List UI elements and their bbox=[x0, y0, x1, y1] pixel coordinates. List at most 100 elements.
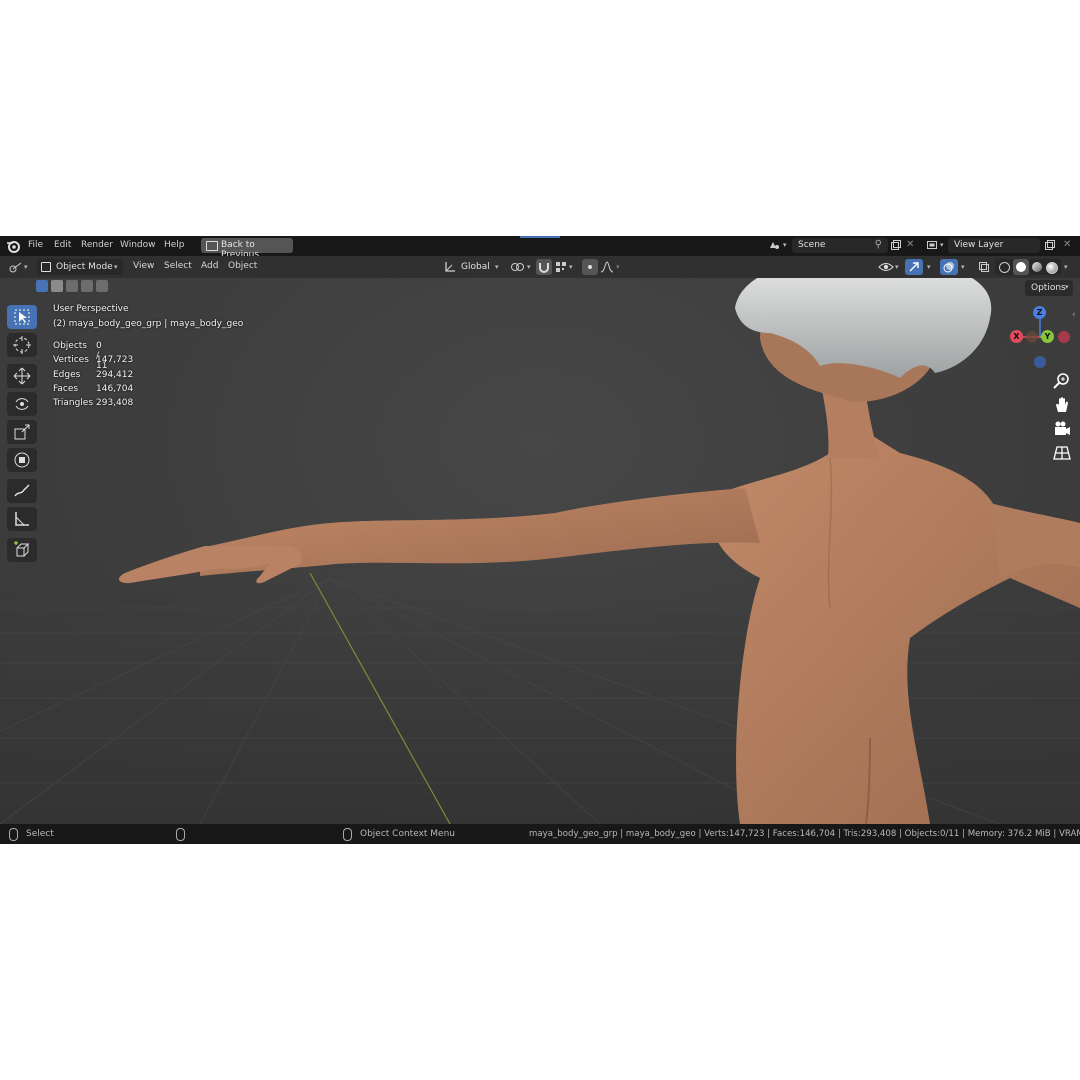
annotate-pen-icon bbox=[14, 484, 30, 497]
proportional-edit-icon bbox=[588, 265, 592, 269]
chevron-down-icon[interactable]: ▾ bbox=[895, 263, 899, 271]
gizmo-y-axis[interactable]: Y bbox=[1041, 330, 1054, 343]
falloff-icon[interactable] bbox=[600, 261, 614, 273]
material-shading-icon[interactable] bbox=[1032, 262, 1042, 272]
stat-value: 293,408 bbox=[96, 398, 134, 409]
editor-type-icon[interactable] bbox=[9, 261, 23, 273]
status-middle: Object Context Menu bbox=[360, 829, 456, 839]
chevron-down-icon[interactable]: ▾ bbox=[1064, 263, 1068, 271]
pivot-link-icon[interactable] bbox=[510, 260, 526, 274]
proportional-edit-toggle[interactable] bbox=[582, 259, 598, 275]
new-view-layer-icon[interactable] bbox=[1044, 239, 1056, 251]
rotate-icon bbox=[15, 398, 29, 410]
right-mouse-icon bbox=[343, 828, 352, 841]
cursor-tool[interactable] bbox=[7, 333, 37, 357]
transform-tool[interactable] bbox=[7, 448, 37, 472]
new-scene-icon[interactable] bbox=[890, 239, 902, 251]
menu-view[interactable]: View bbox=[133, 261, 154, 271]
left-mouse-icon bbox=[9, 828, 18, 841]
chevron-down-icon: ▾ bbox=[1065, 283, 1069, 291]
annotate-tool[interactable] bbox=[7, 479, 37, 503]
xray-icon[interactable] bbox=[978, 261, 990, 273]
snap-toggle[interactable] bbox=[536, 259, 552, 275]
select-new-icon[interactable] bbox=[36, 280, 48, 292]
transform-icon bbox=[14, 452, 30, 468]
blender-logo-icon[interactable] bbox=[6, 239, 20, 253]
character-model bbox=[118, 278, 1080, 824]
menu-add[interactable]: Add bbox=[201, 261, 218, 271]
overlay-toggle[interactable] bbox=[940, 259, 958, 275]
stat-value: 146,704 bbox=[96, 383, 134, 394]
stat-label: Triangles bbox=[53, 398, 94, 409]
view-name: User Perspective bbox=[53, 304, 129, 314]
options-button[interactable]: Options ▾ bbox=[1025, 280, 1073, 296]
chevron-down-icon[interactable]: ▾ bbox=[783, 241, 787, 249]
select-subtract-icon[interactable] bbox=[66, 280, 78, 292]
menu-select[interactable]: Select bbox=[164, 261, 192, 271]
menu-edit[interactable]: Edit bbox=[54, 240, 71, 250]
solid-shading-button[interactable] bbox=[1013, 259, 1029, 275]
top-menu-bar: File Edit Render Window Help Back to Pre… bbox=[0, 236, 1080, 260]
close-icon[interactable]: ✕ bbox=[1063, 239, 1071, 250]
chevron-down-icon: ▾ bbox=[114, 263, 118, 271]
back-to-previous-button[interactable]: Back to Previous bbox=[201, 238, 293, 260]
status-bar: Select Object Context Menu maya_body_geo… bbox=[0, 824, 1080, 844]
zoom-icon[interactable] bbox=[1051, 370, 1073, 392]
mode-dropdown[interactable]: Object Mode ▾ bbox=[37, 259, 123, 275]
gizmo-x-axis[interactable]: X bbox=[1010, 330, 1023, 343]
orientation-icon[interactable] bbox=[443, 260, 457, 274]
chevron-down-icon[interactable]: ▾ bbox=[940, 241, 944, 249]
chevron-down-icon[interactable]: ▾ bbox=[527, 263, 531, 271]
gizmo-icon bbox=[909, 262, 919, 272]
stat-label: Edges bbox=[53, 369, 81, 380]
measure-tool[interactable] bbox=[7, 507, 37, 531]
menu-render[interactable]: Render bbox=[81, 240, 113, 250]
visibility-icon[interactable] bbox=[878, 260, 894, 274]
pan-hand-icon[interactable] bbox=[1051, 394, 1073, 416]
select-invert-icon[interactable] bbox=[81, 280, 93, 292]
rendered-shading-icon[interactable] bbox=[1046, 262, 1058, 274]
add-cube-tool[interactable] bbox=[7, 538, 37, 562]
close-icon[interactable]: ✕ bbox=[906, 239, 914, 250]
menu-window[interactable]: Window bbox=[120, 240, 156, 250]
overlay-icon bbox=[943, 262, 954, 273]
transform-orientation-dropdown[interactable]: Global ▾ bbox=[458, 259, 502, 275]
chevron-down-icon[interactable]: ▾ bbox=[927, 263, 931, 271]
snap-grid-icon[interactable] bbox=[555, 261, 567, 273]
wireframe-shading-icon[interactable] bbox=[999, 262, 1010, 273]
status-statistics: maya_body_geo_grp | maya_body_geo | Vert… bbox=[529, 829, 1080, 839]
scene-field[interactable]: Scene ⚲ bbox=[792, 238, 888, 253]
select-intersect-icon[interactable] bbox=[96, 280, 108, 292]
gizmo-toggle[interactable] bbox=[905, 259, 923, 275]
view-layer-name: View Layer bbox=[954, 240, 1004, 250]
workspace-indicator bbox=[520, 236, 560, 238]
chevron-down-icon[interactable]: ▾ bbox=[616, 263, 620, 271]
cursor-arrow-icon bbox=[14, 309, 30, 325]
menu-file[interactable]: File bbox=[28, 240, 43, 250]
view-layer-icon[interactable] bbox=[926, 239, 938, 251]
gizmo-z-axis[interactable]: Z bbox=[1033, 306, 1046, 319]
pin-icon[interactable]: ⚲ bbox=[875, 239, 882, 250]
rotate-tool[interactable] bbox=[7, 392, 37, 416]
camera-icon[interactable] bbox=[1051, 418, 1073, 440]
screen-icon bbox=[206, 241, 218, 251]
stat-value: 147,723 bbox=[96, 355, 134, 366]
menu-help[interactable]: Help bbox=[164, 240, 185, 250]
chevron-down-icon[interactable]: ▾ bbox=[961, 263, 965, 271]
scale-tool[interactable] bbox=[7, 420, 37, 444]
perspective-grid-icon[interactable] bbox=[1051, 442, 1073, 464]
3d-viewport[interactable]: User Perspective (2) maya_body_geo_grp |… bbox=[0, 278, 1080, 824]
select-extend-icon[interactable] bbox=[51, 280, 63, 292]
select-box-tool[interactable] bbox=[7, 305, 37, 329]
stat-label: Faces bbox=[53, 383, 79, 394]
move-tool[interactable] bbox=[7, 364, 37, 388]
chevron-down-icon: ▾ bbox=[495, 263, 499, 271]
chevron-down-icon[interactable]: ▾ bbox=[569, 263, 573, 271]
shading-modes bbox=[995, 259, 1061, 275]
menu-object[interactable]: Object bbox=[228, 261, 257, 271]
scene-icon[interactable] bbox=[768, 239, 780, 251]
middle-mouse-icon bbox=[176, 828, 185, 841]
blender-window: File Edit Render Window Help Back to Pre… bbox=[0, 236, 1080, 844]
chevron-down-icon[interactable]: ▾ bbox=[24, 263, 28, 271]
view-layer-field[interactable]: View Layer bbox=[948, 238, 1040, 253]
